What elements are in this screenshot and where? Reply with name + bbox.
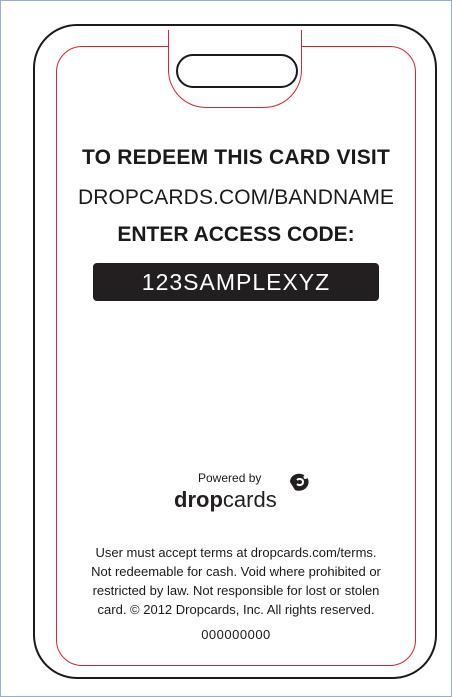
powered-by-label: Powered by: [198, 471, 262, 485]
access-code-label: ENTER ACCESS CODE:: [117, 223, 355, 246]
access-code-value: 123SAMPLEXYZ: [141, 268, 331, 295]
redeem-heading: TO REDEEM THIS CARD VISIT: [82, 146, 390, 169]
terms-line: restricted by law. Not responsible for l…: [92, 583, 380, 598]
dropcards-logo: dropcards: [174, 487, 277, 513]
terms-line: Not redeemable for cash. Void where proh…: [91, 564, 381, 579]
redeem-url: DROPCARDS.COM/BANDNAME: [77, 186, 395, 209]
terms-line: User must accept terms at dropcards.com/…: [95, 545, 377, 560]
hang-slot-hole: [176, 54, 298, 88]
serial-number: 000000000: [201, 627, 271, 642]
logo-text-cards: cards: [222, 487, 277, 512]
logo-text-drop: drop: [174, 487, 223, 512]
terms-text: User must accept terms at dropcards.com/…: [58, 543, 414, 619]
access-code-box: 123SAMPLEXYZ: [93, 263, 379, 301]
dropcards-logo-icon: [290, 473, 309, 491]
terms-line: card. © 2012 Dropcards, Inc. All rights …: [97, 602, 375, 617]
